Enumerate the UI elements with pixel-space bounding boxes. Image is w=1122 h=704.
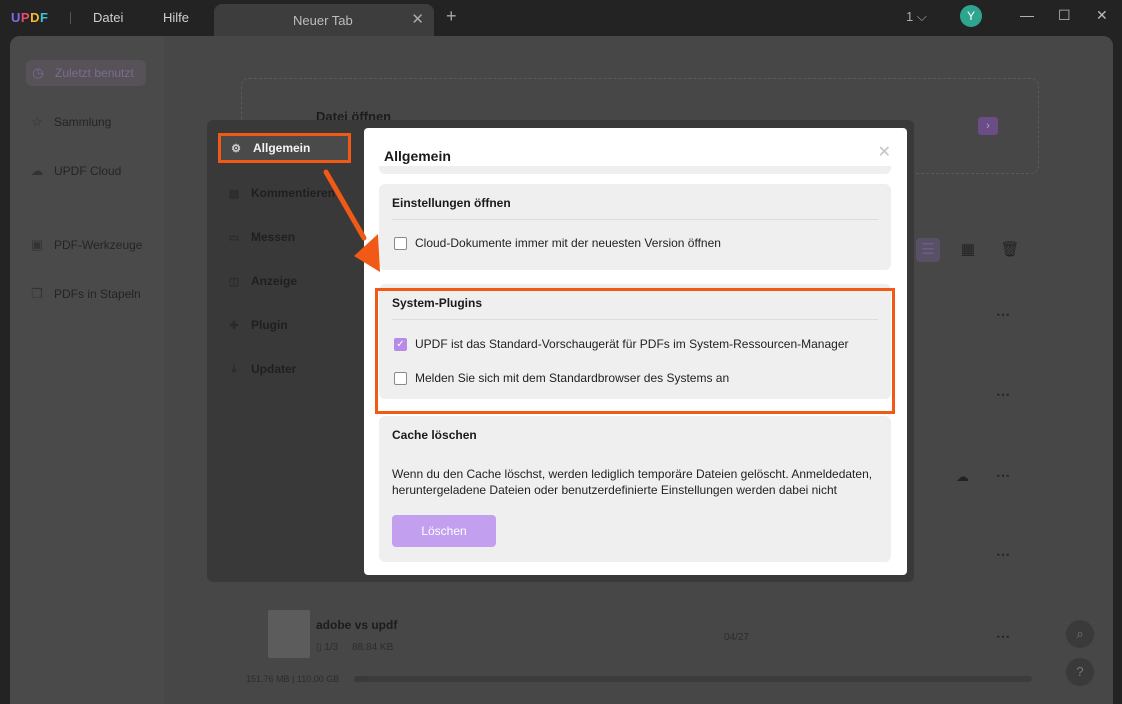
clock-icon: ◷ xyxy=(32,65,44,80)
more-icon[interactable]: ⋯ xyxy=(996,546,1011,563)
star-icon: ☆ xyxy=(31,114,43,129)
chevron-right-icon[interactable]: › xyxy=(978,117,998,135)
settings-nav-label: Allgemein xyxy=(253,141,311,155)
trash-icon[interactable]: 🗑 xyxy=(998,238,1022,262)
settings-nav-label: Plugin xyxy=(251,318,288,332)
settings-nav-measure[interactable]: ▭ Messen xyxy=(227,224,295,250)
option-label: Cloud-Dokumente immer mit der neuesten V… xyxy=(415,236,721,250)
title-separator xyxy=(70,12,71,24)
sidebar-item-cloud[interactable]: ☁ UPDF Cloud xyxy=(28,158,122,184)
window-close-icon[interactable]: ✕ xyxy=(1096,7,1108,24)
file-thumbnail[interactable] xyxy=(268,610,310,658)
sidebar-item-batch[interactable]: ❐ PDFs in Stapeln xyxy=(28,281,141,307)
settings-nav-general[interactable]: ⚙ Allgemein xyxy=(218,133,351,163)
more-icon[interactable]: ⋯ xyxy=(996,306,1011,323)
maximize-icon[interactable]: ☐ xyxy=(1058,7,1071,24)
comment-icon: ▤ xyxy=(228,187,240,200)
cache-description: Wenn du den Cache löschst, werden ledigl… xyxy=(392,467,873,497)
divider xyxy=(392,219,878,220)
panel-title: Allgemein xyxy=(384,148,451,164)
search-icon[interactable]: ⌕ xyxy=(1066,620,1094,648)
cache-section: Cache löschen Wenn du den Cache löschst,… xyxy=(379,416,891,562)
settings-nav-updater[interactable]: ⤓ Updater xyxy=(227,356,297,382)
sidebar-item-collection[interactable]: ☆ Sammlung xyxy=(28,109,111,135)
file-meta: ▯ 1/3 88.84 KB xyxy=(316,642,393,653)
sidebar: ◷ Zuletzt benutzt ☆ Sammlung ☁ UPDF Clou… xyxy=(10,36,164,704)
grid-view-icon[interactable]: ▦ xyxy=(956,238,980,262)
sidebar-item-label: Sammlung xyxy=(54,115,112,129)
settings-panel: Allgemein ✕ Einstellungen öffnen Cloud-D… xyxy=(364,128,907,575)
help-icon[interactable]: ? xyxy=(1066,658,1094,686)
file-date: 04/27 xyxy=(724,632,750,643)
storage-label: 151.76 MB | 110.00 GB xyxy=(246,674,340,684)
file-size: 88.84 KB xyxy=(352,642,394,653)
more-icon[interactable]: ⋯ xyxy=(996,628,1011,645)
window-count[interactable]: 1 ⌵ xyxy=(906,9,927,25)
file-pages: 1/3 xyxy=(324,642,339,653)
add-tab-icon[interactable]: + xyxy=(446,6,457,27)
list-view-icon[interactable]: ☰ xyxy=(916,238,940,262)
settings-nav-label: Messen xyxy=(251,230,296,244)
title-bar: UPDF Datei Hilfe Neuer Tab ✕ + 1 ⌵ Y — ☐… xyxy=(0,0,1122,36)
close-icon[interactable]: ✕ xyxy=(411,10,424,28)
gear-icon: ⚙ xyxy=(231,142,241,155)
storage-bar xyxy=(354,676,1032,682)
cloud-icon: ☁ xyxy=(30,163,44,178)
settings-dialog: ⚙ Allgemein ▤ Kommentieren ▭ Messen ◫ An… xyxy=(207,120,914,582)
pages-icon: ▯ xyxy=(316,642,322,653)
tab-label: Neuer Tab xyxy=(293,13,353,28)
settings-nav-comment[interactable]: ▤ Kommentieren xyxy=(227,180,335,206)
minimize-icon[interactable]: — xyxy=(1020,7,1034,23)
toolbox-icon: ▣ xyxy=(30,237,44,252)
avatar[interactable]: Y xyxy=(960,5,982,27)
display-icon: ◫ xyxy=(228,275,240,288)
section-title: Einstellungen öffnen xyxy=(392,196,511,210)
sidebar-item-recent[interactable]: ◷ Zuletzt benutzt xyxy=(26,60,146,86)
highlight-box xyxy=(375,288,895,414)
settings-nav-plugin[interactable]: ✚ Plugin xyxy=(227,312,288,338)
option-cloud-latest[interactable]: Cloud-Dokumente immer mit der neuesten V… xyxy=(394,236,721,250)
sidebar-item-label: PDFs in Stapeln xyxy=(54,287,141,301)
sidebar-item-label: UPDF Cloud xyxy=(54,164,122,178)
more-icon[interactable]: ⋯ xyxy=(996,467,1011,484)
checkbox[interactable] xyxy=(394,236,407,250)
sidebar-item-tools[interactable]: ▣ PDF-Werkzeuge xyxy=(28,232,143,258)
previous-section-edge xyxy=(379,166,891,174)
more-icon[interactable]: ⋯ xyxy=(996,386,1011,403)
sidebar-item-label: Zuletzt benutzt xyxy=(55,66,134,80)
settings-nav-label: Updater xyxy=(251,362,297,376)
clear-cache-button[interactable]: Löschen xyxy=(392,515,496,547)
ruler-icon: ▭ xyxy=(228,231,240,244)
download-icon: ⤓ xyxy=(231,362,237,375)
updf-logo: UPDF xyxy=(11,10,49,25)
section-title: Cache löschen xyxy=(392,428,477,442)
chevron-down-icon: ⌵ xyxy=(916,9,927,24)
sidebar-item-label: PDF-Werkzeuge xyxy=(54,238,143,252)
menu-hilfe[interactable]: Hilfe xyxy=(163,10,189,25)
file-name[interactable]: adobe vs updf xyxy=(316,618,397,632)
cloud-upload-icon[interactable]: ☁ xyxy=(956,469,969,485)
settings-nav-label: Kommentieren xyxy=(251,186,336,200)
puzzle-icon: ✚ xyxy=(229,319,239,332)
menu-datei[interactable]: Datei xyxy=(93,10,123,25)
close-icon[interactable]: ✕ xyxy=(878,142,891,162)
tab-new[interactable]: Neuer Tab ✕ xyxy=(214,4,434,36)
settings-nav-label: Anzeige xyxy=(251,274,298,288)
stack-icon: ❐ xyxy=(31,286,43,301)
settings-nav-display[interactable]: ◫ Anzeige xyxy=(227,268,297,294)
open-settings-section: Einstellungen öffnen Cloud-Dokumente imm… xyxy=(379,184,891,270)
